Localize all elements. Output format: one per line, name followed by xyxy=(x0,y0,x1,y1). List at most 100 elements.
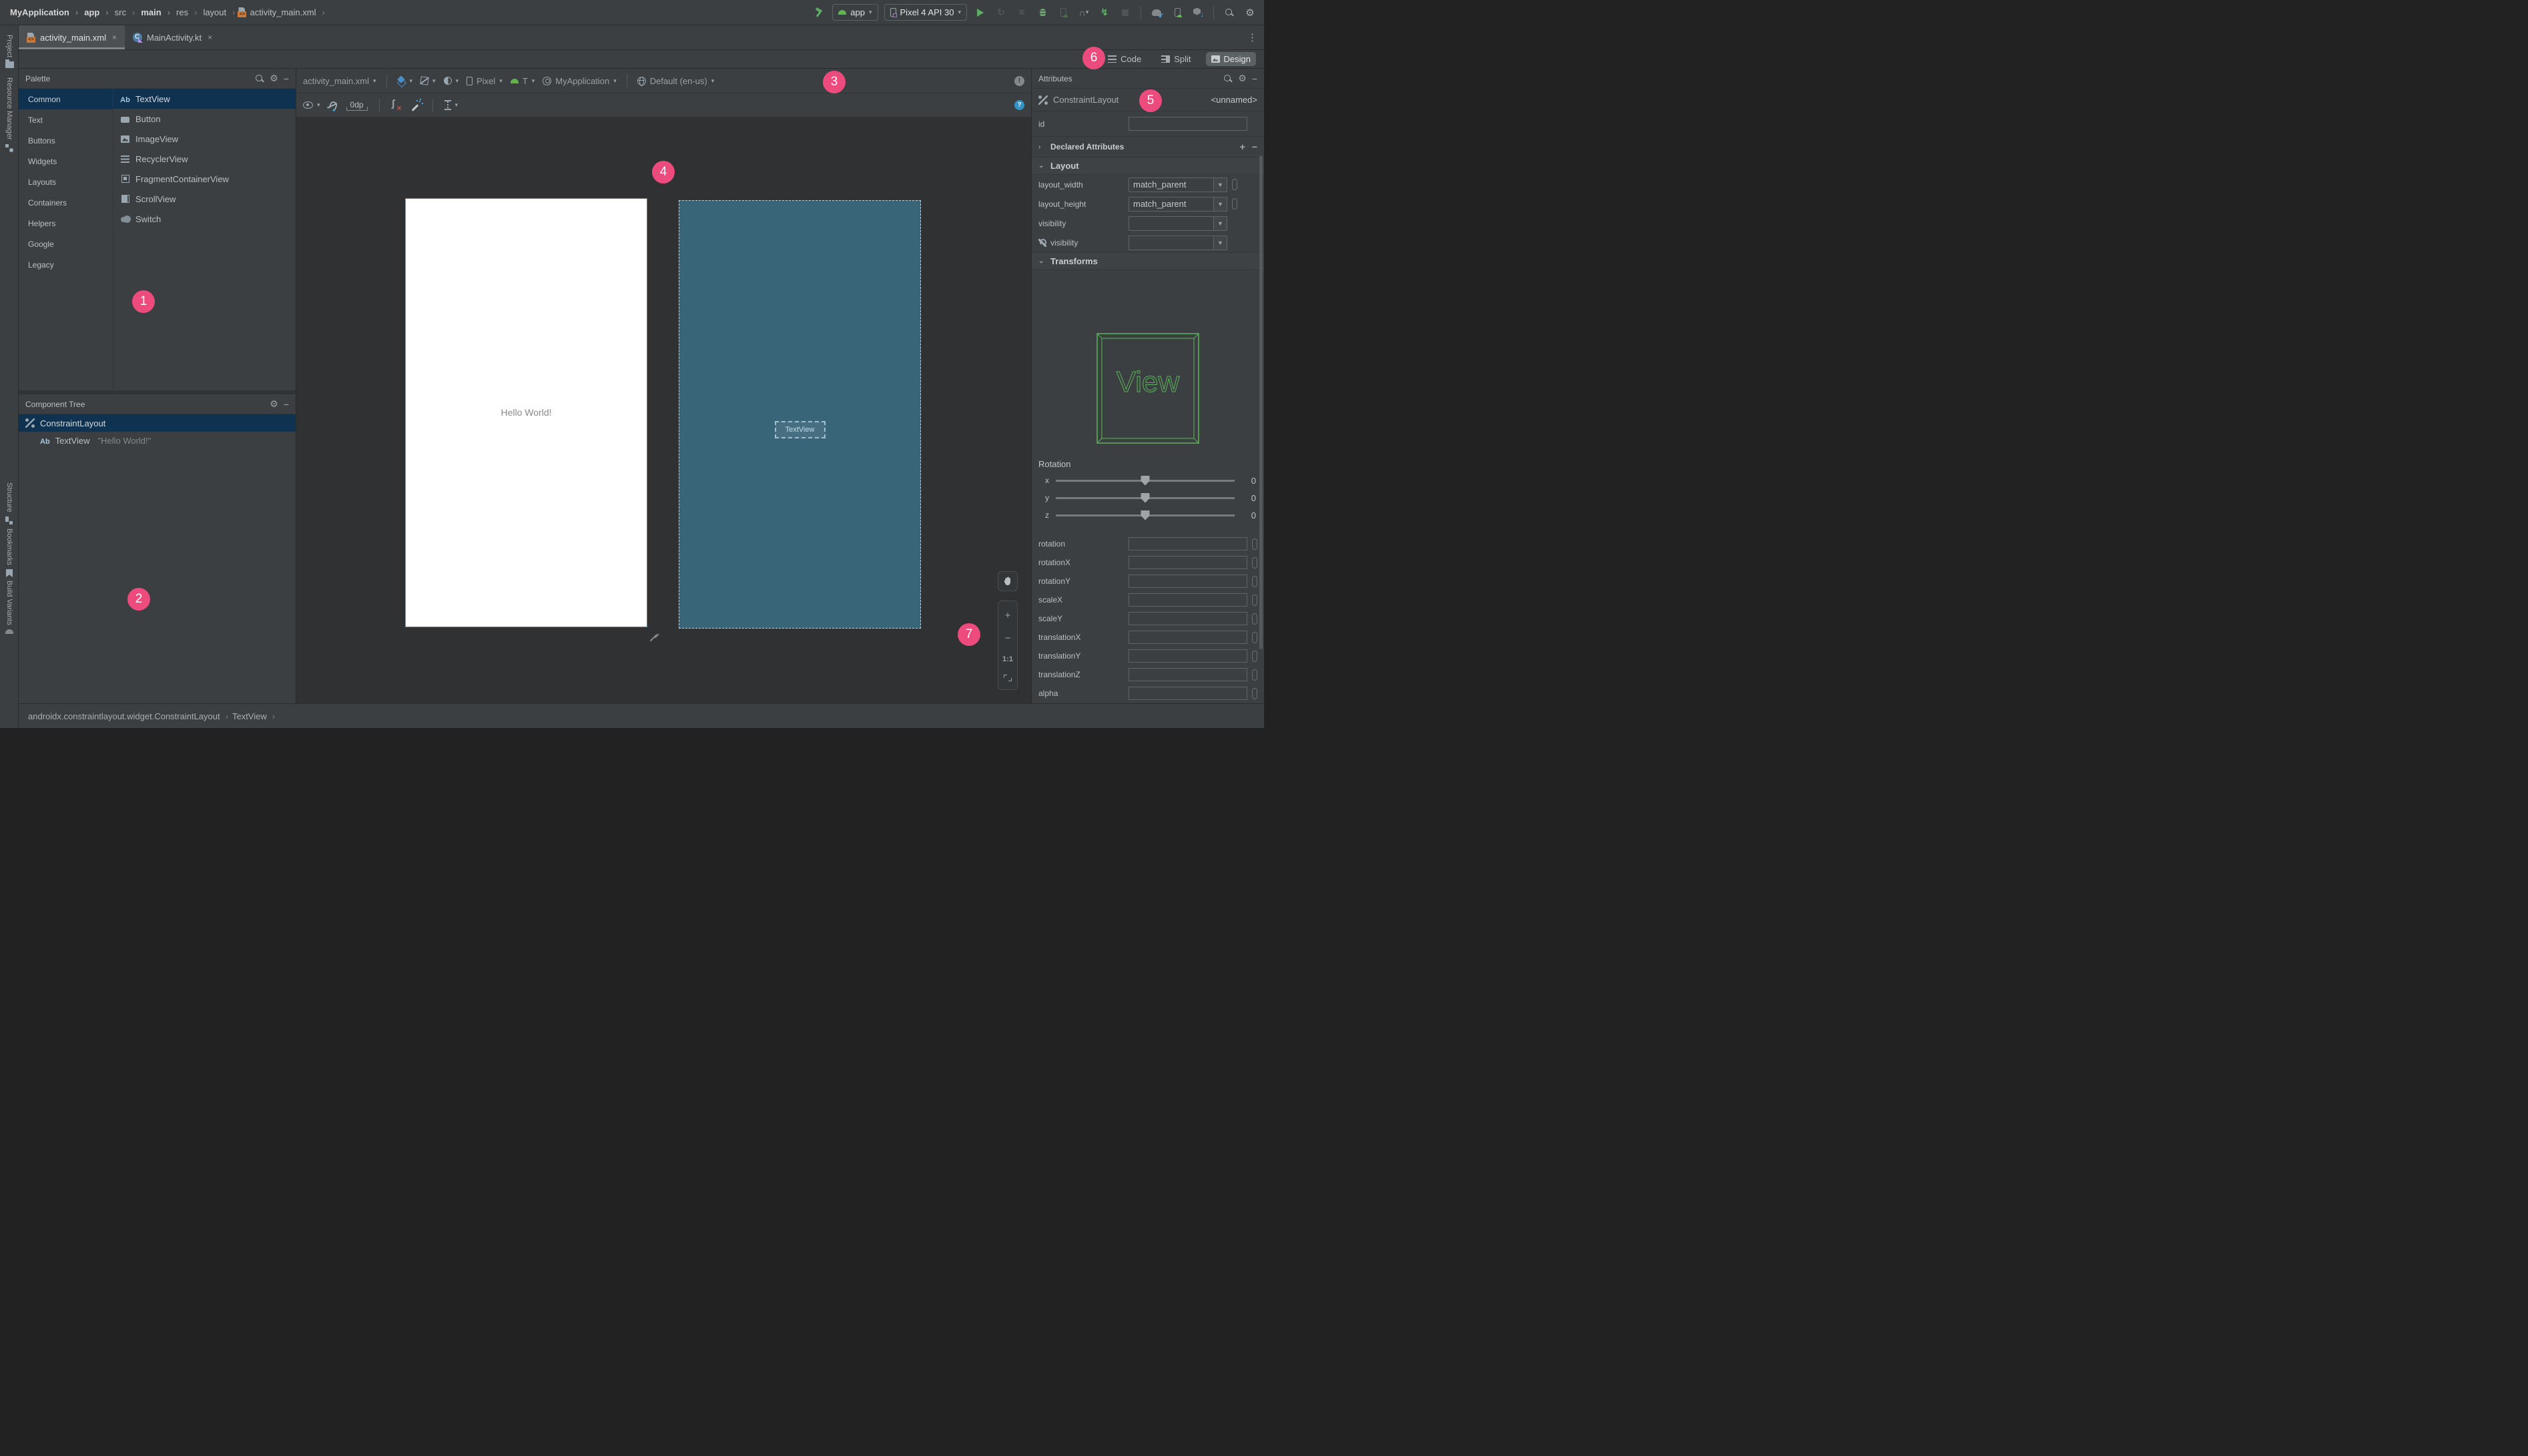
restart-activity-button[interactable] xyxy=(994,5,1008,20)
transforms-section-header[interactable]: ⌄ Transforms xyxy=(1032,252,1264,270)
attribute-input[interactable] xyxy=(1129,687,1247,700)
zoom-reset-button[interactable]: 1:1 xyxy=(998,655,1017,663)
autoconnect-button[interactable] xyxy=(328,99,338,111)
help-button[interactable] xyxy=(1014,100,1024,110)
build-hammer-button[interactable] xyxy=(812,5,826,20)
sidebar-item-build-variants[interactable]: Build Variants xyxy=(0,581,19,635)
palette-category[interactable]: Text xyxy=(19,109,113,130)
palette-component[interactable]: FragmentContainerView xyxy=(113,169,296,189)
pan-button[interactable] xyxy=(998,571,1018,591)
breadcrumb-item[interactable]: layout xyxy=(200,7,235,17)
tree-row[interactable]: TextView "Hello World!" xyxy=(19,432,296,449)
search-icon[interactable] xyxy=(255,74,264,83)
device-resize-handle[interactable] xyxy=(649,629,659,639)
run-button[interactable] xyxy=(973,5,988,20)
gear-icon[interactable] xyxy=(270,73,278,84)
editor-mode-button[interactable]: Code xyxy=(1102,52,1147,66)
palette-category[interactable]: Containers xyxy=(19,192,113,213)
profile-button[interactable] xyxy=(1056,5,1070,20)
palette-category[interactable]: Layouts xyxy=(19,171,113,192)
tab-mainactivity-kt[interactable]: MainActivity.kt × xyxy=(125,25,220,49)
minimize-icon[interactable] xyxy=(284,399,289,410)
breadcrumb-item[interactable]: res xyxy=(173,7,197,17)
zoom-out-button[interactable]: − xyxy=(998,633,1017,644)
attribute-dropdown[interactable]: match_parent ▼ xyxy=(1129,196,1227,212)
design-surface[interactable]: Hello World! TextView + − 1:1 xyxy=(296,117,1031,703)
search-icon[interactable] xyxy=(1223,74,1233,83)
attribute-input[interactable] xyxy=(1129,537,1247,551)
sidebar-item-structure[interactable]: Structure xyxy=(0,482,19,524)
constraint-pill-indicator[interactable] xyxy=(1232,179,1237,190)
device-picker[interactable]: Pixel ▾ xyxy=(466,76,503,86)
slider-thumb[interactable] xyxy=(1141,492,1150,503)
device-select[interactable]: Pixel 4 API 30 ▾ xyxy=(884,4,967,21)
palette-category[interactable]: Widgets xyxy=(19,151,113,171)
constraint-pill-indicator[interactable] xyxy=(1252,594,1257,606)
search-everywhere-button[interactable] xyxy=(1222,5,1237,20)
constraint-pill-indicator[interactable] xyxy=(1252,613,1257,625)
editor-mode-button[interactable]: Split xyxy=(1156,52,1196,66)
zoom-in-button[interactable]: + xyxy=(998,610,1017,621)
sidebar-item-project[interactable]: Project xyxy=(0,35,19,69)
status-breadcrumb-item[interactable]: TextView xyxy=(232,711,275,721)
attribute-input[interactable] xyxy=(1129,649,1247,663)
tree-row[interactable]: ConstraintLayout xyxy=(19,414,296,432)
gear-icon[interactable] xyxy=(270,398,278,410)
editor-mode-button[interactable]: Design xyxy=(1205,52,1256,66)
design-view-device[interactable]: Hello World! xyxy=(405,198,647,627)
surface-mode-button[interactable]: ▾ xyxy=(397,77,413,85)
palette-component[interactable]: ImageView xyxy=(113,129,296,149)
palette-component[interactable]: Switch xyxy=(113,209,296,229)
constraint-pill-indicator[interactable] xyxy=(1252,575,1257,587)
night-mode-button[interactable]: ▾ xyxy=(443,77,458,85)
orientation-button[interactable]: ▾ xyxy=(420,76,436,85)
minimize-icon[interactable] xyxy=(1252,73,1257,84)
scrollbar-thumb[interactable] xyxy=(1259,155,1263,649)
constraint-pill-indicator[interactable] xyxy=(1252,631,1257,643)
attribute-input[interactable] xyxy=(1129,593,1247,607)
breadcrumb-item[interactable]: main xyxy=(137,7,170,17)
tab-options-kebab-icon[interactable] xyxy=(1247,31,1257,43)
constraint-pill-indicator[interactable] xyxy=(1252,669,1257,681)
settings-button[interactable] xyxy=(1243,5,1257,20)
attribute-dropdown[interactable]: ▼ xyxy=(1129,216,1227,231)
attribute-input[interactable] xyxy=(1129,668,1247,681)
attribute-dropdown[interactable]: ▼ xyxy=(1129,235,1227,250)
attach-debugger-button[interactable]: ▾ xyxy=(1076,5,1091,20)
hello-world-textview[interactable]: Hello World! xyxy=(406,407,647,418)
rotation-slider[interactable] xyxy=(1056,475,1235,486)
clear-constraints-button[interactable] xyxy=(391,98,402,113)
locale-picker[interactable]: Default (en-us) ▾ xyxy=(637,76,714,86)
scrollbar[interactable] xyxy=(1259,155,1263,649)
id-input[interactable] xyxy=(1129,117,1247,131)
breadcrumb-item[interactable]: activity_main.xml xyxy=(238,7,324,17)
theme-picker[interactable]: MyApplication ▾ xyxy=(543,76,617,86)
api-version-picker[interactable]: T ▾ xyxy=(510,76,535,86)
device-manager-button[interactable] xyxy=(1170,5,1185,20)
constraint-pill-indicator[interactable] xyxy=(1252,557,1257,569)
sidebar-item-resource-manager[interactable]: Resource Manager xyxy=(0,77,19,153)
attribute-input[interactable] xyxy=(1129,612,1247,625)
slider-thumb[interactable] xyxy=(1141,510,1150,520)
slider-thumb[interactable] xyxy=(1141,475,1150,486)
layout-section-header[interactable]: ⌄ Layout xyxy=(1032,157,1264,175)
default-margin-button[interactable]: 0dp xyxy=(346,100,368,111)
palette-component[interactable]: ScrollView xyxy=(113,189,296,209)
apply-code-changes-button[interactable] xyxy=(1014,5,1029,20)
constraint-pill-indicator[interactable] xyxy=(1252,650,1257,662)
rotation-slider[interactable] xyxy=(1056,492,1235,503)
breadcrumb-item[interactable]: app xyxy=(81,7,108,17)
sdk-manager-button[interactable] xyxy=(1191,5,1205,20)
attribute-input[interactable] xyxy=(1129,556,1247,569)
file-variant-select[interactable]: activity_main.xml ▾ xyxy=(303,76,376,86)
palette-component[interactable]: RecyclerView xyxy=(113,149,296,169)
tab-activity-main-xml[interactable]: activity_main.xml × xyxy=(19,25,125,49)
debug-button[interactable] xyxy=(1035,5,1050,20)
sidebar-item-bookmarks[interactable]: Bookmarks xyxy=(0,528,19,578)
gear-icon[interactable] xyxy=(1238,73,1247,84)
close-icon[interactable]: × xyxy=(112,33,117,42)
apply-changes-run-button[interactable] xyxy=(1097,5,1112,20)
palette-category[interactable]: Helpers xyxy=(19,213,113,234)
palette-category[interactable]: Buttons xyxy=(19,130,113,151)
constraint-pill-indicator[interactable] xyxy=(1252,538,1257,550)
